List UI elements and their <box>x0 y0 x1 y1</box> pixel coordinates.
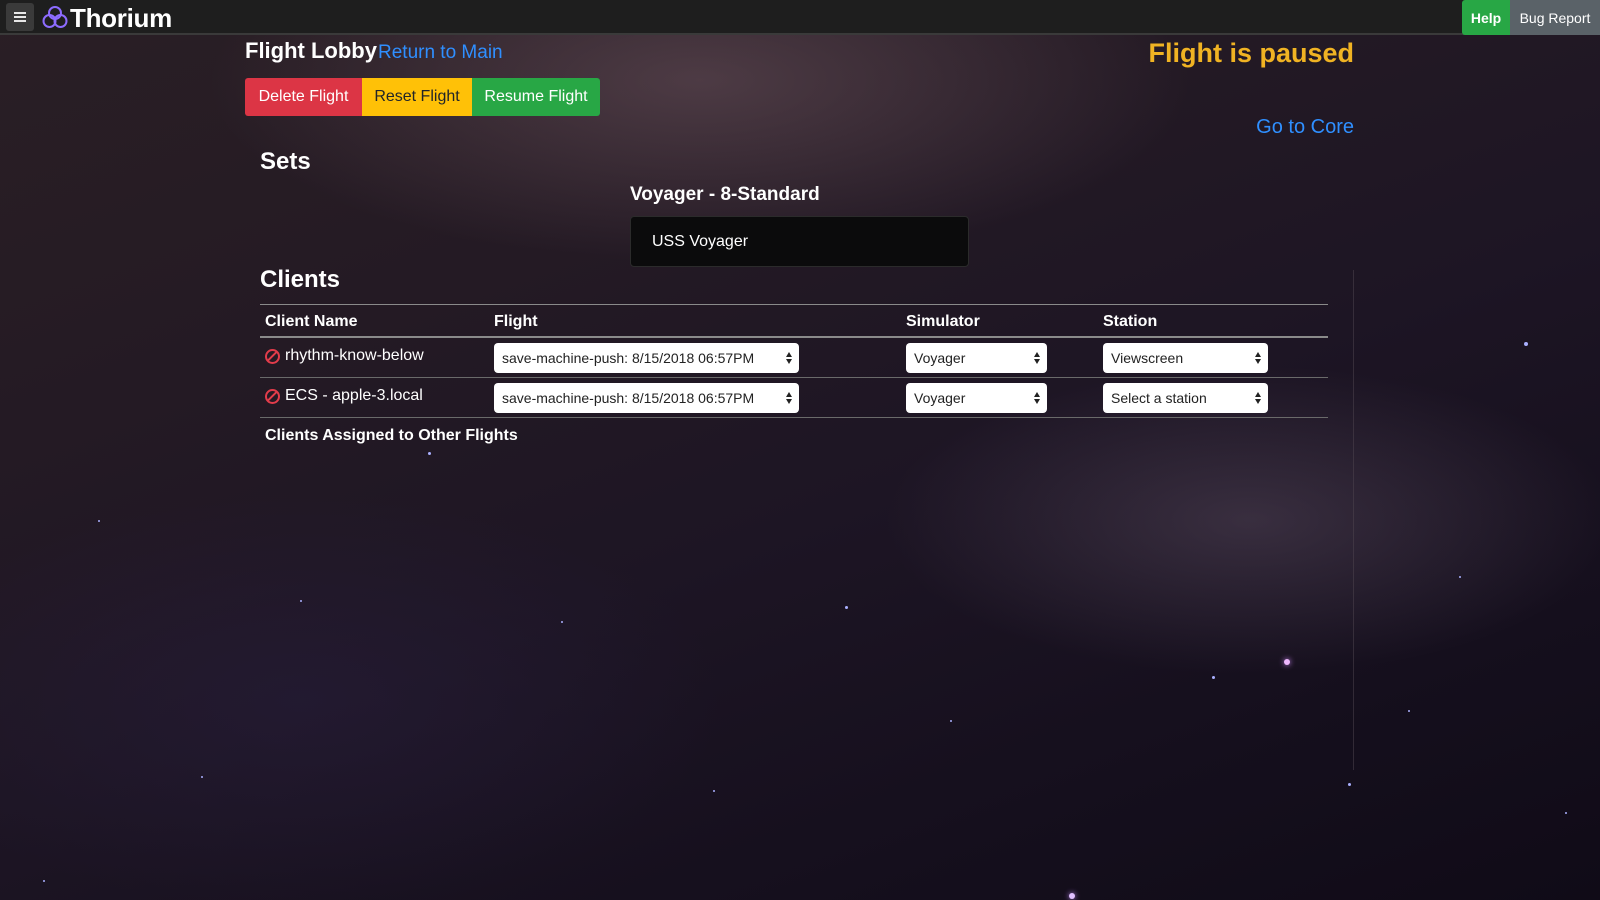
column-header-flight: Flight <box>494 313 538 330</box>
star <box>1069 893 1075 899</box>
app-title[interactable]: Thorium <box>70 2 172 34</box>
page-title: Flight Lobby <box>245 38 377 63</box>
column-header-client-name: Client Name <box>265 313 358 330</box>
simulator-card-label: USS Voyager <box>652 232 749 250</box>
client-name-cell: rhythm-know-below <box>265 347 424 365</box>
star <box>1565 812 1567 814</box>
flight-action-buttons: Delete Flight Reset Flight Resume Flight <box>245 78 600 116</box>
station-select-value: Viewscreen <box>1111 350 1184 366</box>
go-to-core-link[interactable]: Go to Core <box>1256 116 1354 139</box>
star <box>300 600 302 602</box>
simulator-select[interactable]: Voyager <box>906 383 1047 413</box>
simulator-card[interactable]: USS Voyager <box>630 216 969 267</box>
thorium-logo-icon <box>42 6 68 28</box>
return-to-main-link[interactable]: Return to Main <box>378 42 503 64</box>
station-select[interactable]: Select a station <box>1103 383 1268 413</box>
top-navbar: Thorium Help Bug Report <box>0 0 1600 35</box>
select-arrows-icon <box>786 350 793 366</box>
column-header-station: Station <box>1103 313 1158 330</box>
select-arrows-icon <box>1255 350 1262 366</box>
star <box>428 452 431 455</box>
select-arrows-icon <box>1255 390 1262 406</box>
reset-flight-button[interactable]: Reset Flight <box>362 78 472 116</box>
select-arrows-icon <box>1034 350 1041 366</box>
simulator-select-value: Voyager <box>914 390 966 406</box>
flight-status: Flight is paused <box>1148 38 1354 68</box>
flight-select[interactable]: save-machine-push: 8/15/2018 06:57PM <box>494 383 799 413</box>
bug-report-button[interactable]: Bug Report <box>1510 0 1600 35</box>
other-flights-heading: Clients Assigned to Other Flights <box>265 427 518 444</box>
clients-table: Client Name Flight Simulator Station rhy… <box>260 304 1328 418</box>
flight-select[interactable]: save-machine-push: 8/15/2018 06:57PM <box>494 343 799 373</box>
star <box>845 606 848 609</box>
hamburger-menu-button[interactable] <box>6 3 34 31</box>
station-select-value: Select a station <box>1111 390 1207 406</box>
table-row: rhythm-know-below save-machine-push: 8/1… <box>260 338 1328 378</box>
star <box>950 720 952 722</box>
sets-heading: Sets <box>260 148 311 175</box>
select-arrows-icon <box>1034 390 1041 406</box>
star <box>1408 710 1410 712</box>
set-name: Voyager - 8-Standard <box>630 184 820 205</box>
hamburger-icon <box>14 12 26 22</box>
client-name: ECS - apple-3.local <box>285 387 423 404</box>
simulator-select[interactable]: Voyager <box>906 343 1047 373</box>
clients-heading: Clients <box>260 266 341 293</box>
client-name: rhythm-know-below <box>285 347 424 364</box>
simulator-select-value: Voyager <box>914 350 966 366</box>
station-select[interactable]: Viewscreen <box>1103 343 1268 373</box>
flight-select-value: save-machine-push: 8/15/2018 06:57PM <box>502 350 755 366</box>
star <box>98 520 100 522</box>
client-name-cell: ECS - apple-3.local <box>265 387 423 405</box>
table-row: ECS - apple-3.local save-machine-push: 8… <box>260 378 1328 418</box>
delete-flight-button[interactable]: Delete Flight <box>245 78 362 116</box>
table-header-row: Client Name Flight Simulator Station <box>260 304 1328 338</box>
star <box>1348 783 1351 786</box>
star <box>713 790 715 792</box>
star <box>561 621 563 623</box>
flight-select-value: save-machine-push: 8/15/2018 06:57PM <box>502 390 755 406</box>
resume-flight-button[interactable]: Resume Flight <box>472 78 600 116</box>
star <box>1284 659 1290 665</box>
star <box>1212 676 1215 679</box>
column-header-simulator: Simulator <box>906 313 980 330</box>
select-arrows-icon <box>786 390 793 406</box>
help-button[interactable]: Help <box>1462 0 1510 35</box>
background-line <box>1353 270 1354 770</box>
blocked-icon <box>265 388 280 404</box>
star <box>1524 342 1528 346</box>
star <box>43 880 45 882</box>
blocked-icon <box>265 348 280 364</box>
star <box>201 776 203 778</box>
star <box>1459 576 1461 578</box>
